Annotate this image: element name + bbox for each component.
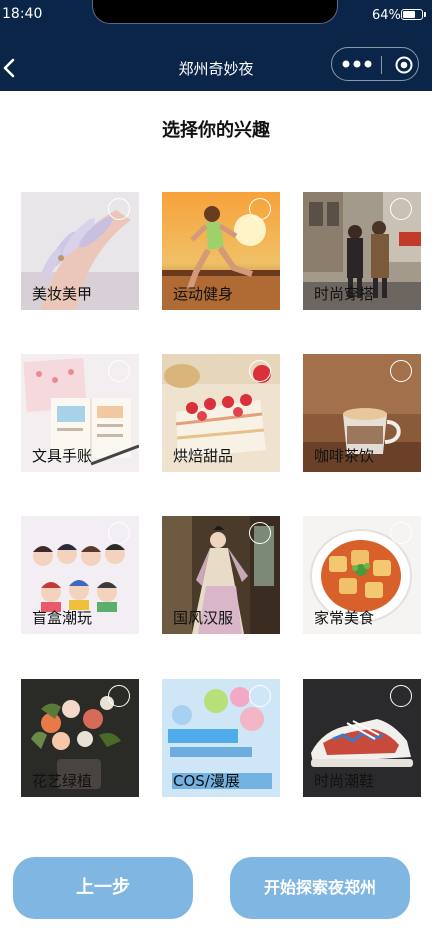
interest-card-stationery[interactable]: 文具手账 (21, 354, 139, 472)
interest-card-fitness[interactable]: 运动健身 (162, 192, 280, 310)
select-circle[interactable] (249, 198, 271, 220)
interest-label: 家常美食 (314, 609, 375, 627)
interest-card-homecooking[interactable]: 家常美食 (303, 516, 421, 634)
select-circle[interactable] (108, 685, 130, 707)
interest-label: 国风汉服 (173, 609, 234, 627)
interest-card-hanfu[interactable]: 国风汉服 (162, 516, 280, 634)
interest-card-cos[interactable]: COS/漫展 (162, 679, 280, 797)
select-circle[interactable] (390, 360, 412, 382)
interest-label: COS/漫展 (173, 772, 240, 790)
select-circle[interactable] (108, 198, 130, 220)
interest-label: 时尚潮鞋 (314, 772, 375, 790)
interest-label: 花艺绿植 (32, 772, 93, 790)
interest-label: 时尚穿搭 (314, 285, 375, 303)
interest-card-baking[interactable]: 烘焙甜品 (162, 354, 280, 472)
interest-card-beauty[interactable]: 美妆美甲 (21, 192, 139, 310)
interest-card-sneakers[interactable]: 时尚潮鞋 (303, 679, 421, 797)
interest-card-fashion[interactable]: 时尚穿搭 (303, 192, 421, 310)
start-exploring-button[interactable]: 开始探索夜郑州 (230, 857, 410, 919)
interest-card-coffee[interactable]: 咖啡茶饮 (303, 354, 421, 472)
previous-step-button[interactable]: 上一步 (13, 857, 193, 919)
select-circle[interactable] (390, 522, 412, 544)
interest-label: 盲盒潮玩 (32, 609, 93, 627)
interest-grid: 美妆美甲 运动健身 时尚穿搭 文具手账 烘焙甜品 咖啡茶饮 盲盒潮玩 国风汉服 … (0, 0, 432, 934)
select-circle[interactable] (108, 522, 130, 544)
select-circle[interactable] (390, 685, 412, 707)
select-circle[interactable] (390, 198, 412, 220)
select-circle[interactable] (249, 522, 271, 544)
interest-label: 美妆美甲 (32, 285, 93, 303)
select-circle[interactable] (249, 685, 271, 707)
select-circle[interactable] (249, 360, 271, 382)
interest-label: 文具手账 (32, 447, 93, 465)
interest-label: 咖啡茶饮 (314, 447, 375, 465)
interest-label: 烘焙甜品 (173, 447, 234, 465)
select-circle[interactable] (108, 360, 130, 382)
interest-label: 运动健身 (173, 285, 234, 303)
interest-card-floral[interactable]: 花艺绿植 (21, 679, 139, 797)
interest-card-blindbox[interactable]: 盲盒潮玩 (21, 516, 139, 634)
